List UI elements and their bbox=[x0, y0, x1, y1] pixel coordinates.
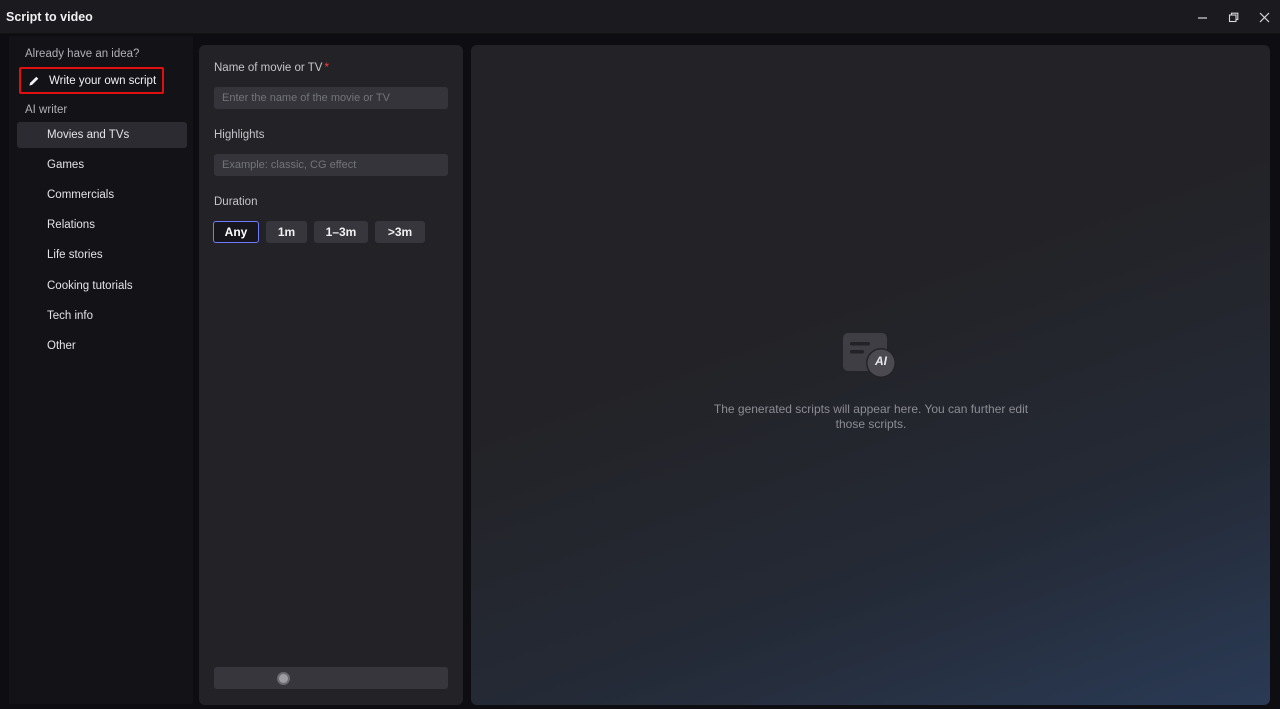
sidebar-item-games[interactable]: Games bbox=[17, 152, 187, 178]
script-form-panel: Name of movie or TV* Highlights Duration… bbox=[199, 45, 463, 705]
minimize-icon bbox=[1198, 16, 1207, 19]
loading-spinner-icon bbox=[276, 671, 290, 685]
ai-icon-label: AI bbox=[875, 354, 887, 368]
restore-icon bbox=[1228, 12, 1239, 22]
highlights-input[interactable] bbox=[214, 154, 448, 176]
sidebar-item-label: Relations bbox=[47, 219, 95, 231]
restore-button[interactable] bbox=[1218, 0, 1249, 34]
highlights-label: Highlights bbox=[214, 129, 265, 141]
script-preview-panel: AI The generated scripts will appear her… bbox=[471, 45, 1270, 705]
close-button[interactable] bbox=[1249, 0, 1280, 34]
window-title: Script to video bbox=[6, 10, 93, 24]
minimize-button[interactable] bbox=[1187, 0, 1218, 34]
sidebar: Already have an idea? Write your own scr… bbox=[9, 36, 193, 704]
sidebar-item-cooking-tutorials[interactable]: Cooking tutorials bbox=[17, 273, 187, 299]
sidebar-item-label: Life stories bbox=[47, 249, 103, 261]
sidebar-item-label: Commercials bbox=[47, 189, 115, 201]
duration-over-3m-button[interactable]: >3m bbox=[375, 221, 425, 243]
write-own-script-label: Write your own script bbox=[49, 74, 157, 87]
sidebar-item-movies-and-tvs[interactable]: Movies and TVs bbox=[17, 122, 187, 148]
movie-name-label-text: Name of movie or TV bbox=[214, 62, 323, 74]
write-own-script-button[interactable]: Write your own script bbox=[19, 67, 164, 94]
ai-writer-label: AI writer bbox=[25, 104, 68, 116]
sidebar-item-life-stories[interactable]: Life stories bbox=[17, 242, 187, 268]
already-have-idea-label: Already have an idea? bbox=[25, 48, 140, 60]
pencil-icon bbox=[28, 75, 40, 87]
close-icon bbox=[1259, 12, 1270, 22]
sidebar-item-label: Movies and TVs bbox=[47, 129, 130, 141]
sidebar-item-label: Other bbox=[47, 340, 76, 352]
title-bar: Script to video bbox=[0, 0, 1280, 34]
window-controls bbox=[1187, 0, 1280, 34]
sidebar-item-relations[interactable]: Relations bbox=[17, 212, 187, 238]
sidebar-item-label: Tech info bbox=[47, 310, 94, 322]
empty-state-message: The generated scripts will appear here. … bbox=[713, 402, 1029, 431]
duration-1m-button[interactable]: 1m bbox=[266, 221, 307, 243]
sidebar-item-commercials[interactable]: Commercials bbox=[17, 182, 187, 208]
generate-button[interactable] bbox=[214, 667, 448, 689]
sidebar-item-other[interactable]: Other bbox=[17, 333, 187, 359]
duration-any-button[interactable]: Any bbox=[213, 221, 259, 243]
sidebar-item-tech-info[interactable]: Tech info bbox=[17, 303, 187, 329]
sidebar-item-label: Cooking tutorials bbox=[47, 280, 133, 292]
ai-script-icon: AI bbox=[841, 331, 901, 381]
duration-1-3m-button[interactable]: 1–3m bbox=[314, 221, 368, 243]
sidebar-item-label: Games bbox=[47, 159, 85, 171]
duration-label: Duration bbox=[214, 196, 258, 208]
movie-name-label: Name of movie or TV * bbox=[214, 62, 329, 74]
required-mark: * bbox=[324, 62, 329, 74]
movie-name-input[interactable] bbox=[214, 87, 448, 109]
